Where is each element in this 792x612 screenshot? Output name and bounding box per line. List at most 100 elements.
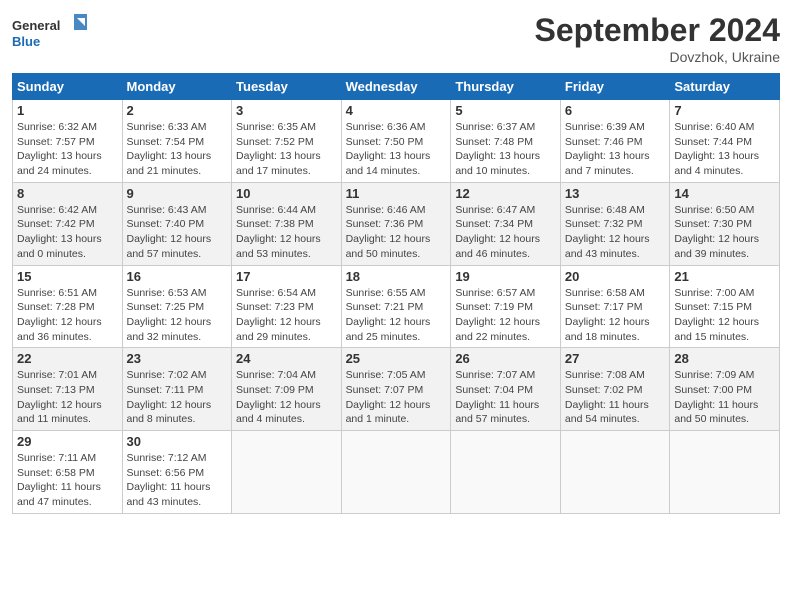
calendar-cell: 6 Sunrise: 6:39 AMSunset: 7:46 PMDaylight… <box>560 100 669 183</box>
calendar-cell <box>670 431 780 514</box>
calendar-cell: 2 Sunrise: 6:33 AMSunset: 7:54 PMDaylight… <box>122 100 232 183</box>
day-number: 20 <box>565 269 665 284</box>
calendar-cell: 20 Sunrise: 6:58 AMSunset: 7:17 PMDayligh… <box>560 265 669 348</box>
calendar-cell: 18 Sunrise: 6:55 AMSunset: 7:21 PMDayligh… <box>341 265 451 348</box>
day-detail: Sunrise: 6:54 AMSunset: 7:23 PMDaylight:… <box>236 287 321 343</box>
day-detail: Sunrise: 6:48 AMSunset: 7:32 PMDaylight:… <box>565 204 650 260</box>
day-detail: Sunrise: 6:53 AMSunset: 7:25 PMDaylight:… <box>127 287 212 343</box>
day-detail: Sunrise: 7:12 AMSunset: 6:56 PMDaylight:… <box>127 452 211 508</box>
location: Dovzhok, Ukraine <box>535 49 780 65</box>
day-number: 29 <box>17 434 118 449</box>
title-area: September 2024 Dovzhok, Ukraine <box>535 12 780 65</box>
day-detail: Sunrise: 6:36 AMSunset: 7:50 PMDaylight:… <box>346 121 431 177</box>
day-number: 23 <box>127 351 228 366</box>
day-number: 14 <box>674 186 775 201</box>
calendar-cell <box>341 431 451 514</box>
calendar-cell: 13Sunrise: 6:48 AMSunset: 7:32 PMDayligh… <box>560 182 669 265</box>
day-number: 11 <box>346 186 447 201</box>
day-number: 18 <box>346 269 447 284</box>
day-detail: Sunrise: 6:32 AMSunset: 7:57 PMDaylight:… <box>17 121 102 177</box>
day-number: 25 <box>346 351 447 366</box>
logo: General Blue <box>12 12 92 57</box>
calendar-cell <box>560 431 669 514</box>
day-detail: Sunrise: 7:04 AMSunset: 7:09 PMDaylight:… <box>236 369 321 425</box>
day-detail: Sunrise: 7:00 AMSunset: 7:15 PMDaylight:… <box>674 287 759 343</box>
weekday-header-saturday: Saturday <box>670 74 780 100</box>
calendar-cell: 19Sunrise: 6:57 AMSunset: 7:19 PMDayligh… <box>451 265 561 348</box>
day-number: 6 <box>565 103 665 118</box>
calendar-cell: 11 Sunrise: 6:46 AMSunset: 7:36 PMDayligh… <box>341 182 451 265</box>
calendar-cell: 15Sunrise: 6:51 AMSunset: 7:28 PMDayligh… <box>13 265 123 348</box>
calendar-cell: 30Sunrise: 7:12 AMSunset: 6:56 PMDayligh… <box>122 431 232 514</box>
calendar-cell <box>232 431 342 514</box>
day-number: 16 <box>127 269 228 284</box>
svg-text:Blue: Blue <box>12 34 40 49</box>
weekday-header-thursday: Thursday <box>451 74 561 100</box>
calendar-cell: 1 Sunrise: 6:32 AMSunset: 7:57 PMDaylight… <box>13 100 123 183</box>
day-detail: Sunrise: 6:35 AMSunset: 7:52 PMDaylight:… <box>236 121 321 177</box>
day-number: 22 <box>17 351 118 366</box>
day-number: 4 <box>346 103 447 118</box>
weekday-header-sunday: Sunday <box>13 74 123 100</box>
header: General Blue September 2024 Dovzhok, Ukr… <box>12 12 780 65</box>
calendar-cell: 29Sunrise: 7:11 AMSunset: 6:58 PMDayligh… <box>13 431 123 514</box>
calendar-week-3: 15Sunrise: 6:51 AMSunset: 7:28 PMDayligh… <box>13 265 780 348</box>
weekday-header-row: SundayMondayTuesdayWednesdayThursdayFrid… <box>13 74 780 100</box>
calendar-cell: 28Sunrise: 7:09 AMSunset: 7:00 PMDayligh… <box>670 348 780 431</box>
calendar-week-4: 22 Sunrise: 7:01 AMSunset: 7:13 PMDayligh… <box>13 348 780 431</box>
day-detail: Sunrise: 7:07 AMSunset: 7:04 PMDaylight:… <box>455 369 539 425</box>
calendar-week-1: 1 Sunrise: 6:32 AMSunset: 7:57 PMDaylight… <box>13 100 780 183</box>
day-detail: Sunrise: 6:46 AMSunset: 7:36 PMDaylight:… <box>346 204 431 260</box>
calendar-cell: 21 Sunrise: 7:00 AMSunset: 7:15 PMDayligh… <box>670 265 780 348</box>
day-number: 5 <box>455 103 556 118</box>
calendar-week-5: 29Sunrise: 7:11 AMSunset: 6:58 PMDayligh… <box>13 431 780 514</box>
calendar-cell: 10Sunrise: 6:44 AMSunset: 7:38 PMDayligh… <box>232 182 342 265</box>
day-detail: Sunrise: 6:40 AMSunset: 7:44 PMDaylight:… <box>674 121 759 177</box>
calendar-cell: 8Sunrise: 6:42 AMSunset: 7:42 PMDaylight… <box>13 182 123 265</box>
calendar-cell: 4 Sunrise: 6:36 AMSunset: 7:50 PMDaylight… <box>341 100 451 183</box>
day-number: 24 <box>236 351 337 366</box>
calendar-cell: 16 Sunrise: 6:53 AMSunset: 7:25 PMDayligh… <box>122 265 232 348</box>
day-detail: Sunrise: 7:02 AMSunset: 7:11 PMDaylight:… <box>127 369 212 425</box>
day-detail: Sunrise: 6:47 AMSunset: 7:34 PMDaylight:… <box>455 204 540 260</box>
day-detail: Sunrise: 6:43 AMSunset: 7:40 PMDaylight:… <box>127 204 212 260</box>
day-number: 21 <box>674 269 775 284</box>
calendar-cell: 17Sunrise: 6:54 AMSunset: 7:23 PMDayligh… <box>232 265 342 348</box>
day-detail: Sunrise: 7:09 AMSunset: 7:00 PMDaylight:… <box>674 369 758 425</box>
calendar-cell: 7 Sunrise: 6:40 AMSunset: 7:44 PMDaylight… <box>670 100 780 183</box>
calendar-cell: 9 Sunrise: 6:43 AMSunset: 7:40 PMDaylight… <box>122 182 232 265</box>
logo-svg: General Blue <box>12 12 92 57</box>
day-number: 8 <box>17 186 118 201</box>
day-number: 26 <box>455 351 556 366</box>
day-number: 7 <box>674 103 775 118</box>
day-detail: Sunrise: 6:55 AMSunset: 7:21 PMDaylight:… <box>346 287 431 343</box>
day-number: 12 <box>455 186 556 201</box>
day-number: 1 <box>17 103 118 118</box>
calendar-cell: 26 Sunrise: 7:07 AMSunset: 7:04 PMDayligh… <box>451 348 561 431</box>
day-detail: Sunrise: 6:58 AMSunset: 7:17 PMDaylight:… <box>565 287 650 343</box>
weekday-header-friday: Friday <box>560 74 669 100</box>
calendar-week-2: 8Sunrise: 6:42 AMSunset: 7:42 PMDaylight… <box>13 182 780 265</box>
day-number: 10 <box>236 186 337 201</box>
month-title: September 2024 <box>535 12 780 49</box>
day-detail: Sunrise: 7:05 AMSunset: 7:07 PMDaylight:… <box>346 369 431 425</box>
svg-text:General: General <box>12 18 60 33</box>
day-detail: Sunrise: 6:39 AMSunset: 7:46 PMDaylight:… <box>565 121 650 177</box>
day-number: 9 <box>127 186 228 201</box>
day-detail: Sunrise: 7:01 AMSunset: 7:13 PMDaylight:… <box>17 369 102 425</box>
calendar-cell: 24 Sunrise: 7:04 AMSunset: 7:09 PMDayligh… <box>232 348 342 431</box>
calendar-table: SundayMondayTuesdayWednesdayThursdayFrid… <box>12 73 780 514</box>
day-number: 2 <box>127 103 228 118</box>
day-number: 27 <box>565 351 665 366</box>
day-detail: Sunrise: 6:51 AMSunset: 7:28 PMDaylight:… <box>17 287 102 343</box>
weekday-header-tuesday: Tuesday <box>232 74 342 100</box>
calendar-cell: 23 Sunrise: 7:02 AMSunset: 7:11 PMDayligh… <box>122 348 232 431</box>
calendar-cell <box>451 431 561 514</box>
calendar-cell: 5Sunrise: 6:37 AMSunset: 7:48 PMDaylight… <box>451 100 561 183</box>
weekday-header-monday: Monday <box>122 74 232 100</box>
calendar-cell: 12 Sunrise: 6:47 AMSunset: 7:34 PMDayligh… <box>451 182 561 265</box>
calendar-cell: 22 Sunrise: 7:01 AMSunset: 7:13 PMDayligh… <box>13 348 123 431</box>
day-detail: Sunrise: 6:50 AMSunset: 7:30 PMDaylight:… <box>674 204 759 260</box>
day-detail: Sunrise: 6:33 AMSunset: 7:54 PMDaylight:… <box>127 121 212 177</box>
day-detail: Sunrise: 7:08 AMSunset: 7:02 PMDaylight:… <box>565 369 649 425</box>
